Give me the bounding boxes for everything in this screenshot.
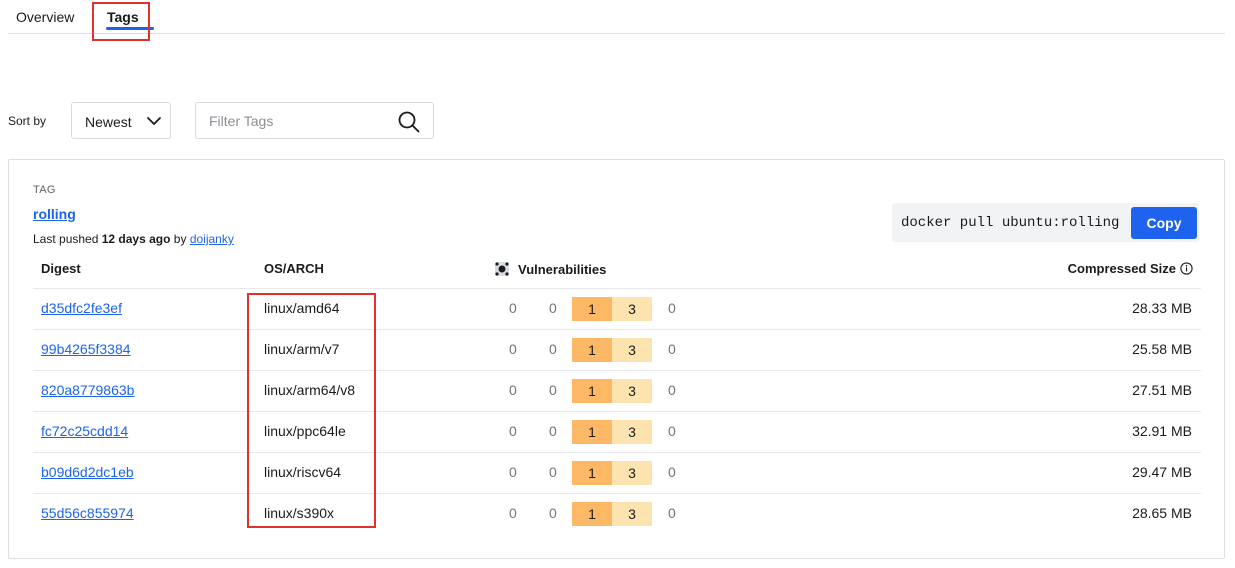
digest-link[interactable]: 55d56c855974: [41, 505, 134, 521]
vuln-critical-count: 0: [509, 464, 517, 480]
vuln-medium-count: 1: [572, 338, 612, 362]
vuln-high-count: 0: [549, 382, 557, 398]
table-row: 99b4265f3384 linux/arm/v7 0 0 1 3 0 25.58 MB: [33, 329, 1201, 370]
digest-link[interactable]: 820a8779863b: [41, 382, 134, 398]
vuln-unspecified-count: 0: [668, 464, 676, 480]
table-row: d35dfc2fe3ef linux/amd64 0 0 1 3 0 28.33 MB: [33, 288, 1201, 329]
copy-button[interactable]: Copy: [1131, 207, 1197, 239]
highlight-box-tags-tab: [92, 2, 150, 41]
vuln-low-count: 3: [612, 461, 652, 485]
vuln-unspecified-count: 0: [668, 300, 676, 316]
vuln-unspecified-count: 0: [668, 423, 676, 439]
vuln-medium-count: 1: [572, 297, 612, 321]
info-icon[interactable]: [1180, 262, 1193, 275]
table-row: fc72c25cdd14 linux/ppc64le 0 0 1 3 0 32.91 MB: [33, 411, 1201, 452]
vuln-low-count: 3: [612, 297, 652, 321]
pushed-by: by: [173, 232, 187, 246]
vuln-critical-count: 0: [509, 382, 517, 398]
vuln-high-count: 0: [549, 341, 557, 357]
vulnerabilities-label: Vulnerabilities: [518, 262, 607, 277]
scout-icon: [495, 262, 509, 276]
vuln-high-count: 0: [549, 505, 557, 521]
vuln-critical-count: 0: [509, 423, 517, 439]
vuln-unspecified-count: 0: [668, 341, 676, 357]
vuln-low-count: 3: [612, 502, 652, 526]
filter-tags-input[interactable]: [209, 112, 389, 130]
column-header-os-arch: OS/ARCH: [264, 261, 324, 276]
sort-value: Newest: [85, 114, 132, 130]
tag-card: TAG rolling Last pushed 12 days ago by d…: [8, 159, 1225, 559]
compressed-size: 27.51 MB: [1132, 382, 1192, 398]
vuln-unspecified-count: 0: [668, 382, 676, 398]
digest-link[interactable]: fc72c25cdd14: [41, 423, 128, 439]
digest-link[interactable]: b09d6d2dc1eb: [41, 464, 134, 480]
tag-name-link[interactable]: rolling: [33, 206, 76, 222]
search-icon[interactable]: [398, 111, 420, 133]
vuln-unspecified-count: 0: [668, 505, 676, 521]
pull-command: docker pull ubuntu:rolling: [901, 215, 1120, 231]
pull-command-box: docker pull ubuntu:rolling Copy: [892, 203, 1199, 242]
vuln-high-count: 0: [549, 423, 557, 439]
compressed-size: 28.65 MB: [1132, 505, 1192, 521]
sort-select[interactable]: Newest: [71, 102, 171, 139]
vuln-medium-count: 1: [572, 461, 612, 485]
filter-tags-field: [195, 102, 434, 139]
table-row: 55d56c855974 linux/s390x 0 0 1 3 0 28.65 MB: [33, 493, 1201, 534]
pushed-prefix: Last pushed: [33, 232, 99, 246]
column-header-digest: Digest: [41, 261, 81, 276]
vuln-low-count: 3: [612, 420, 652, 444]
vuln-high-count: 0: [549, 300, 557, 316]
digest-link[interactable]: d35dfc2fe3ef: [41, 300, 122, 316]
vuln-high-count: 0: [549, 464, 557, 480]
compressed-size: 28.33 MB: [1132, 300, 1192, 316]
compressed-size: 29.47 MB: [1132, 464, 1192, 480]
tab-bar: Overview Tags: [8, 0, 1225, 34]
column-header-vulnerabilities: Vulnerabilities: [494, 261, 606, 277]
pushed-user-link[interactable]: doijanky: [190, 232, 234, 246]
vuln-critical-count: 0: [509, 505, 517, 521]
table-row: b09d6d2dc1eb linux/riscv64 0 0 1 3 0 29.47 MB: [33, 452, 1201, 493]
digest-link[interactable]: 99b4265f3384: [41, 341, 131, 357]
vuln-medium-count: 1: [572, 379, 612, 403]
tag-section-label: TAG: [33, 184, 56, 196]
vuln-medium-count: 1: [572, 420, 612, 444]
compressed-size: 32.91 MB: [1132, 423, 1192, 439]
size-label: Compressed Size: [1067, 261, 1176, 276]
compressed-size: 25.58 MB: [1132, 341, 1192, 357]
vuln-low-count: 3: [612, 379, 652, 403]
vuln-low-count: 3: [612, 338, 652, 362]
column-header-size: Compressed Size: [1068, 261, 1193, 276]
chevron-down-icon: [147, 117, 161, 125]
vuln-critical-count: 0: [509, 341, 517, 357]
pushed-time: 12 days ago: [101, 232, 171, 246]
vuln-critical-count: 0: [509, 300, 517, 316]
vuln-medium-count: 1: [572, 502, 612, 526]
table-row: 820a8779863b linux/arm64/v8 0 0 1 3 0 27.51 MB: [33, 370, 1201, 411]
sort-label: Sort by: [8, 114, 47, 128]
tab-overview[interactable]: Overview: [16, 9, 74, 25]
highlight-box-os-arch: [247, 293, 376, 528]
last-pushed-info: Last pushed 12 days ago by doijanky: [33, 232, 234, 246]
